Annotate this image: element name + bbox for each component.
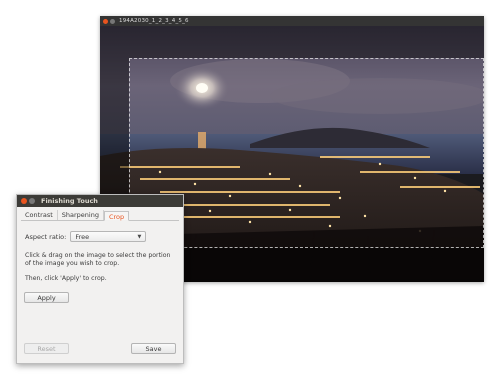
save-button[interactable]: Save <box>131 343 176 354</box>
crop-mask-top <box>100 26 484 58</box>
dialog-titlebar: Finishing Touch <box>17 195 183 207</box>
image-window-titlebar: 194A2030_1_2_3_4_5_6 <box>100 16 484 26</box>
tab-contrast[interactable]: Contrast <box>21 210 58 220</box>
dialog-title: Finishing Touch <box>41 197 98 205</box>
image-window-title: 194A2030_1_2_3_4_5_6 <box>119 18 189 24</box>
aspect-ratio-row: Aspect ratio: Free ▼ <box>25 231 175 242</box>
chevron-down-icon: ▼ <box>137 233 142 240</box>
crop-then-text: Then, click 'Apply' to crop. <box>25 275 107 282</box>
minimize-icon[interactable] <box>29 198 35 204</box>
aspect-ratio-value: Free <box>75 232 90 241</box>
crop-instructions: Click & drag on the image to select the … <box>25 252 171 267</box>
close-icon[interactable] <box>21 198 27 204</box>
tab-bar: Contrast Sharpening Crop <box>21 209 179 221</box>
aspect-ratio-select[interactable]: Free ▼ <box>70 231 147 242</box>
apply-button[interactable]: Apply <box>24 292 69 303</box>
reset-button[interactable]: Reset <box>24 343 69 354</box>
tab-crop[interactable]: Crop <box>103 211 130 221</box>
tab-sharpening[interactable]: Sharpening <box>58 210 104 220</box>
crop-panel: Aspect ratio: Free ▼ Click & drag on the… <box>17 221 183 283</box>
finishing-touch-dialog: Finishing Touch Contrast Sharpening Crop… <box>16 194 184 364</box>
close-icon[interactable] <box>103 18 108 24</box>
aspect-ratio-label: Aspect ratio: <box>25 232 67 241</box>
minimize-icon[interactable] <box>110 18 115 24</box>
